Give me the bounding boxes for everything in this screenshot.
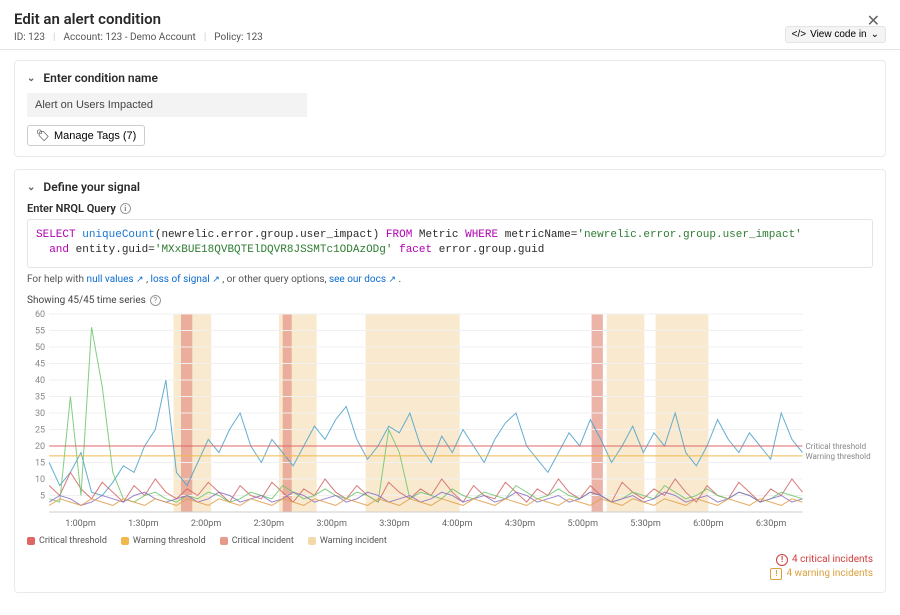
svg-text:3:30pm: 3:30pm	[379, 519, 410, 529]
chevron-down-icon: ⌄	[871, 29, 879, 40]
help-icon[interactable]: ?	[150, 295, 161, 306]
page-header: Edit an alert condition ID: 123 Account:…	[0, 0, 900, 50]
svg-text:6:00pm: 6:00pm	[693, 519, 724, 529]
warning-incident-icon: !	[770, 568, 782, 580]
meta-policy: Policy: 123	[214, 32, 263, 43]
legend-critical-threshold: Critical threshold	[27, 536, 107, 546]
code-icon: </>	[792, 29, 806, 40]
critical-incidents-text: 4 critical incidents	[792, 554, 873, 565]
section-title: Define your signal	[43, 180, 140, 194]
svg-text:50: 50	[35, 343, 45, 353]
manage-tags-button[interactable]: 🏷 Manage Tags (7)	[27, 125, 145, 146]
external-link-icon: ↗	[212, 275, 220, 285]
condition-name-input[interactable]	[27, 93, 307, 117]
svg-text:10: 10	[35, 475, 45, 485]
incident-summary: ! 4 critical incidents ! 4 warning incid…	[27, 554, 873, 580]
svg-text:15: 15	[35, 458, 45, 468]
svg-text:20: 20	[35, 442, 45, 452]
critical-incident-icon: !	[776, 554, 788, 566]
section-define-signal: ⌄ Define your signal Enter NRQL Query i …	[14, 169, 886, 593]
nrql-query-input[interactable]: SELECT uniqueCount(newrelic.error.group.…	[27, 219, 873, 268]
legend-warning-incident: Warning incident	[308, 536, 387, 546]
meta-account: Account: 123 - Demo Account	[64, 32, 207, 43]
svg-text:Critical threshold: Critical threshold	[806, 442, 867, 451]
query-label-row: Enter NRQL Query i	[27, 202, 873, 215]
page-title: Edit an alert condition	[14, 10, 886, 28]
svg-text:2:00pm: 2:00pm	[191, 519, 222, 529]
svg-text:5:00pm: 5:00pm	[568, 519, 599, 529]
view-code-dropdown[interactable]: </> View code in ⌄	[785, 26, 886, 43]
critical-incidents-row: ! 4 critical incidents	[27, 554, 873, 566]
loss-of-signal-link[interactable]: loss of signal ↗	[151, 274, 220, 285]
warning-incidents-text: 4 warning incidents	[786, 568, 873, 579]
external-link-icon: ↗	[389, 275, 397, 285]
warning-incidents-row: ! 4 warning incidents	[27, 568, 873, 580]
section-enter-name: ⌄ Enter condition name 🏷 Manage Tags (7)	[14, 60, 886, 157]
svg-text:25: 25	[35, 425, 45, 435]
collapse-icon[interactable]: ⌄	[27, 73, 35, 84]
manage-tags-label: Manage Tags (7)	[54, 130, 136, 142]
svg-text:1:30pm: 1:30pm	[128, 519, 159, 529]
null-values-link[interactable]: null values ↗	[87, 274, 144, 285]
view-code-label: View code in	[810, 29, 867, 40]
query-label: Enter NRQL Query	[27, 202, 116, 215]
svg-text:4:00pm: 4:00pm	[442, 519, 473, 529]
svg-text:6:30pm: 6:30pm	[756, 519, 787, 529]
svg-text:4:30pm: 4:30pm	[505, 519, 536, 529]
svg-text:5: 5	[40, 491, 45, 501]
query-help-line: For help with null values ↗ , loss of si…	[27, 274, 873, 285]
svg-text:5:30pm: 5:30pm	[630, 519, 661, 529]
chart-legend: Critical threshold Warning threshold Cri…	[27, 536, 873, 546]
time-series-info: Showing 45/45 time series ?	[27, 295, 873, 306]
svg-text:1:00pm: 1:00pm	[65, 519, 96, 529]
svg-text:60: 60	[35, 310, 45, 320]
signal-chart: 5 10 15 20 25 30 35 40 45 50 55 60 1:00pm 1:30pm 2:00p…	[27, 310, 873, 530]
section-title: Enter condition name	[43, 71, 158, 85]
meta-id: ID: 123	[14, 32, 56, 43]
legend-critical-incident: Critical incident	[220, 536, 294, 546]
svg-text:3:00pm: 3:00pm	[316, 519, 347, 529]
see-docs-link[interactable]: see our docs ↗	[329, 274, 396, 285]
info-icon[interactable]: i	[120, 203, 131, 214]
external-link-icon: ↗	[136, 275, 144, 285]
svg-text:55: 55	[35, 326, 45, 336]
svg-text:Warning threshold: Warning threshold	[806, 452, 871, 461]
legend-warning-threshold: Warning threshold	[121, 536, 206, 546]
svg-text:40: 40	[35, 376, 45, 386]
svg-text:35: 35	[35, 392, 45, 402]
collapse-icon[interactable]: ⌄	[27, 182, 35, 193]
svg-text:2:30pm: 2:30pm	[254, 519, 285, 529]
tag-icon: 🏷	[36, 129, 50, 142]
svg-text:30: 30	[35, 409, 45, 419]
meta-row: ID: 123 Account: 123 - Demo Account Poli…	[14, 32, 886, 43]
series-count-label: Showing 45/45 time series	[27, 295, 146, 306]
svg-text:45: 45	[35, 359, 45, 369]
